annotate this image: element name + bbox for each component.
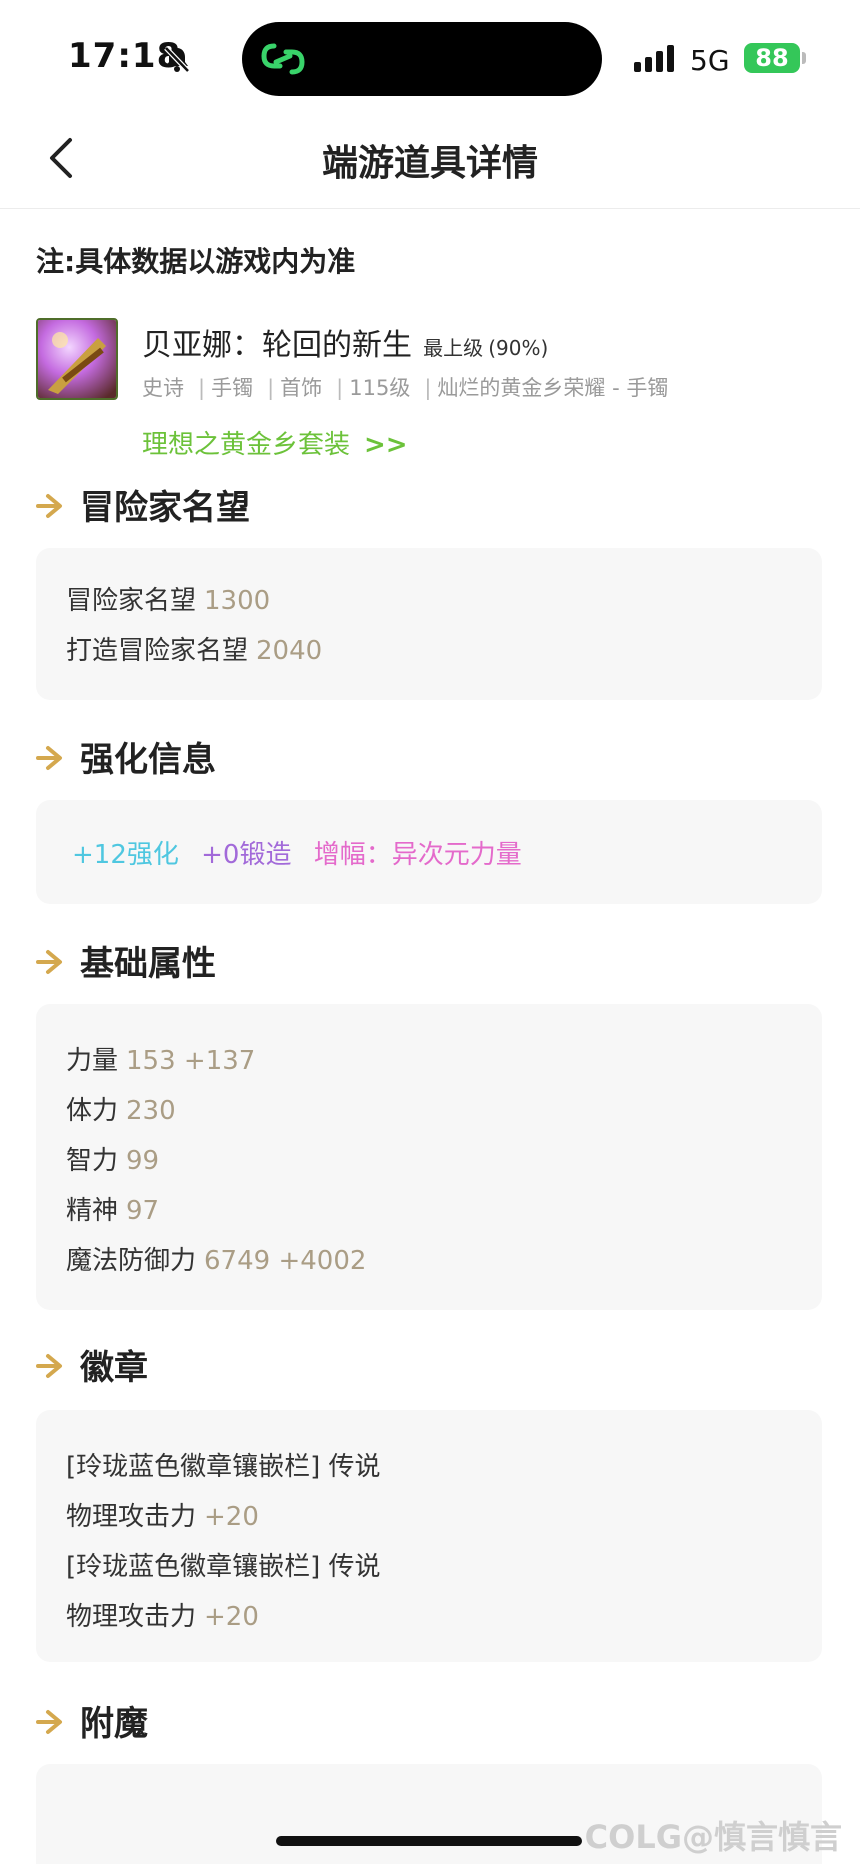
stat-row: 力量 153 +137	[66, 1046, 256, 1076]
home-indicator[interactable]	[276, 1836, 582, 1846]
stat-row: 魔法防御力 6749 +4002	[66, 1246, 367, 1276]
reputation-card: 冒险家名望 1300 打造冒险家名望 2040	[36, 548, 822, 700]
set-link[interactable]: 理想之黄金乡套装 >>	[142, 424, 408, 461]
item-rarity: 史诗	[142, 376, 184, 400]
forge-level: +0锻造	[201, 840, 292, 870]
page-title: 端游道具详情	[321, 143, 538, 184]
base-attributes-card: 力量 153 +137 体力 230 智力 99 精神 97 魔法防御力 6749 +40…	[36, 1004, 822, 1310]
section-arrow-icon	[36, 494, 62, 518]
nav-bar: 端游道具详情	[0, 110, 860, 209]
bell-muted-icon	[164, 46, 190, 73]
battery-tip	[802, 52, 806, 64]
emblem-row: [玲珑蓝色徽章镶嵌栏] 传说	[66, 1452, 381, 1482]
section-title: 强化信息	[80, 740, 216, 780]
emblem-row: [玲珑蓝色徽章镶嵌栏] 传说	[66, 1552, 381, 1582]
network-type: 5G	[690, 44, 730, 77]
amplify-info: 增幅：异次元力量	[313, 840, 522, 870]
emblem-row: 物理攻击力 +20	[66, 1602, 259, 1632]
item-meta: 史诗 | 手镯 | 首饰 | 115级 | 灿烂的黄金乡荣耀 - 手镯	[142, 376, 669, 400]
stat-row: 精神 97	[66, 1196, 160, 1226]
section-title: 附魔	[80, 1704, 148, 1744]
watermark: COLG@慎言慎言	[584, 1818, 842, 1856]
emblem-row: 物理攻击力 +20	[66, 1502, 259, 1532]
set-link-label: 理想之黄金乡套装	[142, 430, 351, 460]
item-name-row: 贝亚娜：轮回的新生 最上级 (90%)	[142, 320, 548, 364]
section-arrow-icon	[36, 1710, 62, 1734]
signal-icon	[634, 45, 674, 72]
battery-level: 88	[755, 44, 789, 72]
status-bar: 17:18 5G 88	[0, 0, 860, 110]
set-link-arrows: >>	[364, 430, 408, 460]
app-logo-icon	[261, 43, 305, 75]
stat-row: 打造冒险家名望 2040	[66, 636, 323, 666]
enhance-row: +12强化 +0锻造 增幅：异次元力量	[72, 834, 522, 871]
item-category: 首饰	[280, 376, 323, 400]
item-origin: 灿烂的黄金乡荣耀 - 手镯	[437, 376, 669, 400]
emblem-card: [玲珑蓝色徽章镶嵌栏] 传说 物理攻击力 +20 [玲珑蓝色徽章镶嵌栏] 传说 物…	[36, 1410, 822, 1662]
stat-row: 体力 230	[66, 1096, 176, 1126]
stat-row: 冒险家名望 1300	[66, 586, 271, 616]
item-type: 手镯	[211, 376, 254, 400]
section-title: 基础属性	[80, 944, 216, 984]
section-title: 徽章	[80, 1348, 148, 1388]
section-arrow-icon	[36, 746, 62, 770]
item-level: 115级	[349, 376, 411, 400]
data-note: 注:具体数据以游戏内为准	[36, 245, 356, 278]
section-arrow-icon	[36, 950, 62, 974]
item-grade-percent: (90%)	[488, 336, 549, 360]
section-arrow-icon	[36, 1354, 62, 1378]
item-thumbnail	[36, 318, 118, 400]
reinforce-level: +12强化	[72, 840, 179, 870]
item-grade: 最上级	[423, 336, 484, 360]
battery-icon: 88	[744, 43, 800, 73]
stat-row: 智力 99	[66, 1146, 160, 1176]
item-name: 贝亚娜：轮回的新生	[142, 328, 412, 363]
section-title: 冒险家名望	[80, 488, 250, 528]
enhance-card: +12强化 +0锻造 增幅：异次元力量	[36, 800, 822, 904]
